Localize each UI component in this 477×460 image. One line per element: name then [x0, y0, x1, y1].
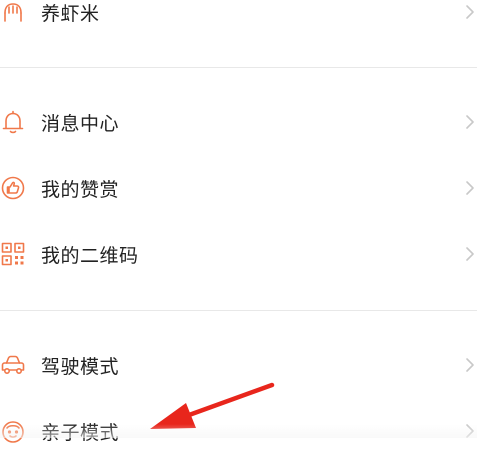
chevron-right-icon	[465, 246, 475, 262]
chevron-right-icon	[465, 357, 475, 373]
menu-item-label: 我的二维码	[41, 244, 139, 267]
menu-item-my-appreciation[interactable]: 我的赞赏	[0, 159, 477, 217]
section-divider	[0, 310, 477, 311]
bell-icon	[0, 109, 26, 135]
car-icon	[0, 352, 26, 378]
bottom-fade	[0, 424, 477, 438]
shrimp-icon	[0, 0, 26, 25]
menu-item-driving-mode[interactable]: 驾驶模式	[0, 336, 477, 394]
menu-item-label: 养虾米	[41, 2, 100, 25]
menu-item-label: 消息中心	[41, 112, 120, 135]
chevron-right-icon	[465, 114, 475, 130]
settings-menu: 养虾米 消息中心 我的赞赏 我的二维码 驾驶模式	[0, 0, 477, 444]
menu-item-message-center[interactable]: 消息中心	[0, 93, 477, 151]
qr-code-icon	[0, 241, 26, 267]
chevron-right-icon	[465, 180, 475, 196]
menu-item-label: 驾驶模式	[41, 355, 120, 378]
thumbs-up-icon	[0, 175, 26, 201]
section-divider	[0, 67, 477, 68]
menu-item-label: 我的赞赏	[41, 178, 120, 201]
menu-item-my-qr-code[interactable]: 我的二维码	[0, 225, 477, 283]
chevron-right-icon	[465, 4, 475, 20]
menu-item-shrimp[interactable]: 养虾米	[0, 0, 477, 41]
